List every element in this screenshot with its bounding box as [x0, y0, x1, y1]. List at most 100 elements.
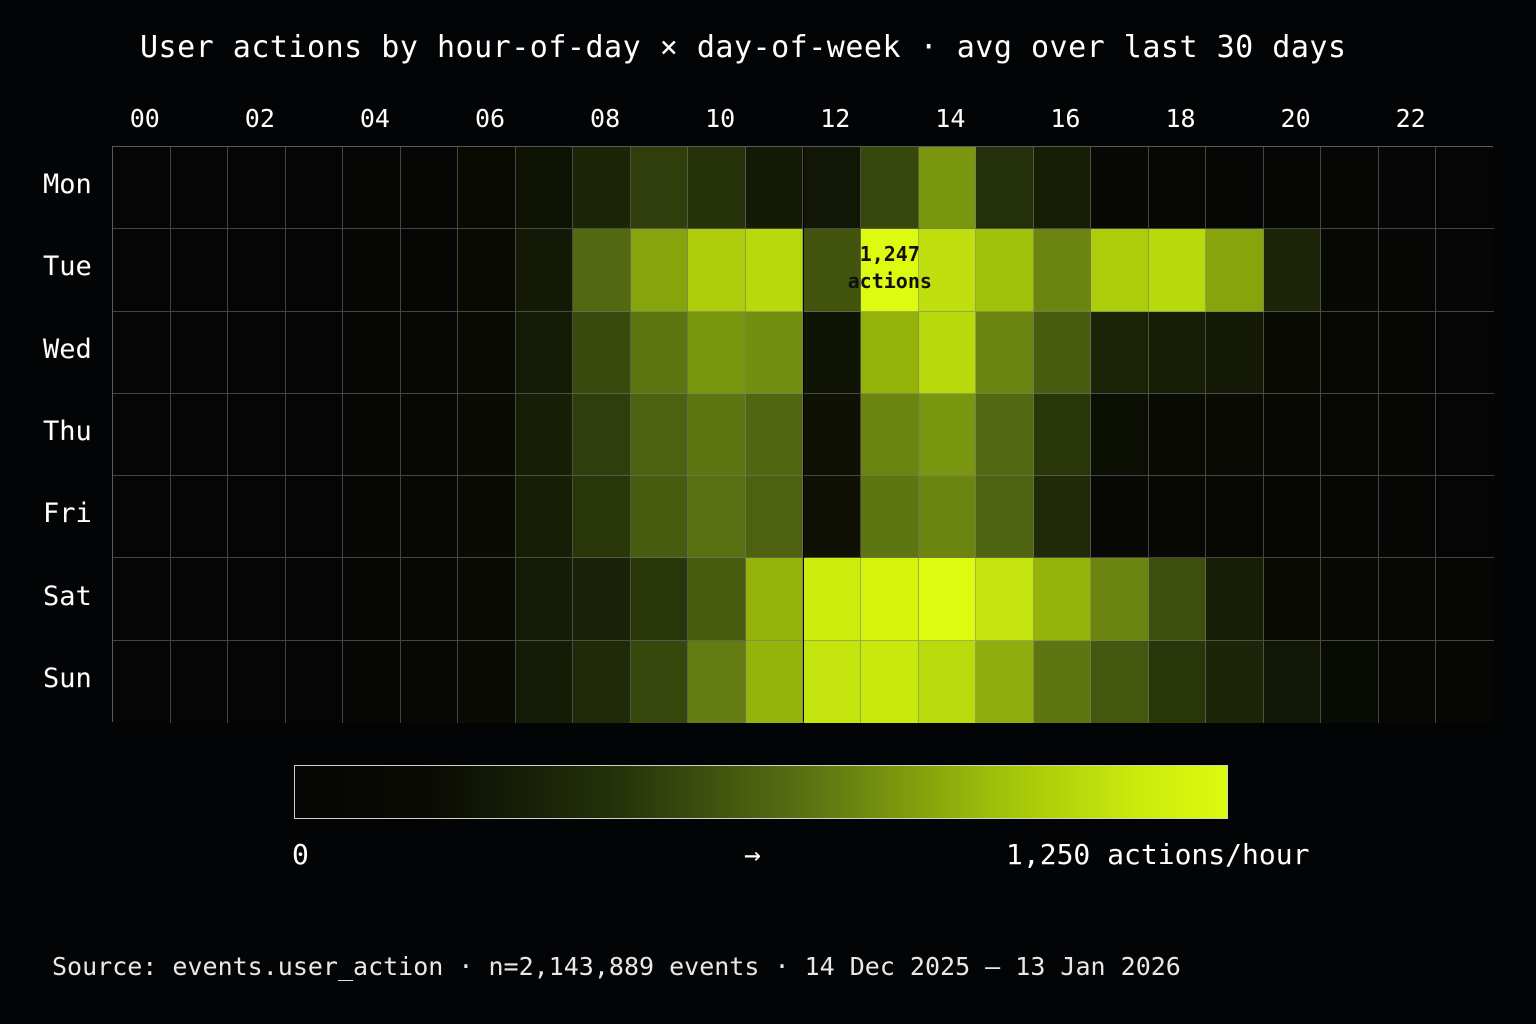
heatmap-cell: [1206, 558, 1264, 641]
heatmap-cell: [1091, 393, 1149, 477]
heatmap-cell: [343, 476, 401, 559]
heatmap-cell: [630, 476, 689, 559]
x-tick-label: 08: [590, 104, 621, 133]
heatmap-cell: [343, 229, 401, 312]
heatmap-cell: [1148, 476, 1207, 559]
heatmap-cell: [400, 311, 459, 394]
heatmap-cell: [745, 311, 804, 394]
heatmap-cell: [170, 311, 229, 394]
heatmap-cell: [400, 476, 459, 559]
heatmap-cell: [1091, 311, 1149, 394]
heatmap-cell: [803, 640, 862, 723]
heatmap-cell: [285, 229, 344, 312]
heatmap-cell: [803, 558, 862, 641]
heatmap-cell: [515, 147, 574, 230]
heatmap-cell: [1148, 229, 1207, 312]
heatmap-cell: [113, 311, 171, 394]
heatmap-cell: [515, 393, 574, 477]
heatmap-cell: [630, 393, 689, 477]
chart-title: User actions by hour-of-day × day-of-wee…: [140, 30, 1347, 65]
heatmap-cell: [1378, 476, 1437, 559]
heatmap-cell: [918, 476, 977, 559]
heatmap-cell: [400, 393, 459, 477]
heatmap-cell: [228, 393, 286, 477]
annotation-unit: actions: [847, 269, 932, 294]
heatmap-cell: [170, 476, 229, 559]
heatmap-cell: [1263, 311, 1322, 394]
peak-annotation: 1,247 actions: [845, 241, 935, 295]
heatmap-cell: [1148, 147, 1207, 230]
x-tick-label: 02: [244, 104, 275, 133]
heatmap-cell: [1148, 311, 1207, 394]
heatmap-cell: [861, 147, 919, 230]
heatmap-cell: [515, 476, 574, 559]
heatmap-cell: [976, 558, 1034, 641]
heatmap-cell: [1321, 393, 1379, 477]
heatmap-cell: [1378, 558, 1437, 641]
legend-min-label: 0: [292, 838, 309, 871]
heatmap-cell: [343, 640, 401, 723]
heatmap-cell: [343, 393, 401, 477]
heatmap-cell: [688, 229, 746, 312]
heatmap-cell: [400, 147, 459, 230]
heatmap-cell: [1321, 558, 1379, 641]
y-tick-label: Sun: [43, 662, 92, 694]
heatmap-cell: [861, 311, 919, 394]
heatmap-cell: [1436, 640, 1494, 723]
heatmap-cell: [1033, 558, 1092, 641]
annotation-value: 1,247: [859, 242, 920, 267]
heatmap-cell: [745, 229, 804, 312]
heatmap-cell: [688, 147, 746, 230]
x-tick-label: 14: [935, 104, 966, 133]
heatmap-cell: [285, 311, 344, 394]
heatmap-cell: [1263, 558, 1322, 641]
heatmap-cell: [1206, 476, 1264, 559]
heatmap-cell: [688, 311, 746, 394]
heatmap-cell: [630, 229, 689, 312]
heatmap-cell: [170, 393, 229, 477]
heatmap-cell: [1263, 476, 1322, 559]
heatmap-cell: [745, 147, 804, 230]
heatmap-cell: [803, 393, 862, 477]
source-footnote: Source: events.user_action · n=2,143,889…: [52, 952, 1181, 981]
heatmap-cell: [113, 640, 171, 723]
heatmap-cell: [1436, 558, 1494, 641]
heatmap-cell: [458, 311, 516, 394]
heatmap-cell: [285, 640, 344, 723]
heatmap-cell: [688, 476, 746, 559]
x-tick-label: 18: [1165, 104, 1196, 133]
heatmap-cell: [1091, 640, 1149, 723]
heatmap-cell: [1148, 558, 1207, 641]
heatmap-cell: [1378, 393, 1437, 477]
heatmap-cell: [515, 229, 574, 312]
heatmap-cell: [1436, 476, 1494, 559]
heatmap-cell: [745, 393, 804, 477]
heatmap-cell: [285, 147, 344, 230]
heatmap-cell: [1436, 393, 1494, 477]
heatmap-cell: [1378, 229, 1437, 312]
heatmap-cell: [745, 476, 804, 559]
y-tick-label: Tue: [43, 251, 92, 283]
heatmap-cell: [1148, 393, 1207, 477]
y-tick-label: Wed: [43, 333, 92, 365]
heatmap-cell: [285, 393, 344, 477]
heatmap-grid: 1,247 actions: [112, 146, 1494, 723]
heatmap-cell: [1091, 558, 1149, 641]
heatmap-cell: [113, 229, 171, 312]
heatmap-cell: [400, 229, 459, 312]
heatmap-cell: [400, 640, 459, 723]
x-tick-label: 06: [474, 104, 506, 133]
heatmap-cell: [861, 558, 919, 641]
heatmap-cell: [458, 476, 516, 559]
heatmap-cell: [976, 476, 1034, 559]
heatmap-cell: [1206, 311, 1264, 394]
heatmap-cell: [458, 393, 516, 477]
heatmap-cell: [573, 476, 631, 559]
heatmap-cell: [630, 640, 689, 723]
heatmap-cell: [1436, 229, 1494, 312]
heatmap-cell: [918, 311, 977, 394]
heatmap-cell: [573, 640, 631, 723]
heatmap-cell: [228, 311, 286, 394]
heatmap-cell: [630, 311, 689, 394]
heatmap-cell: [1091, 147, 1149, 230]
